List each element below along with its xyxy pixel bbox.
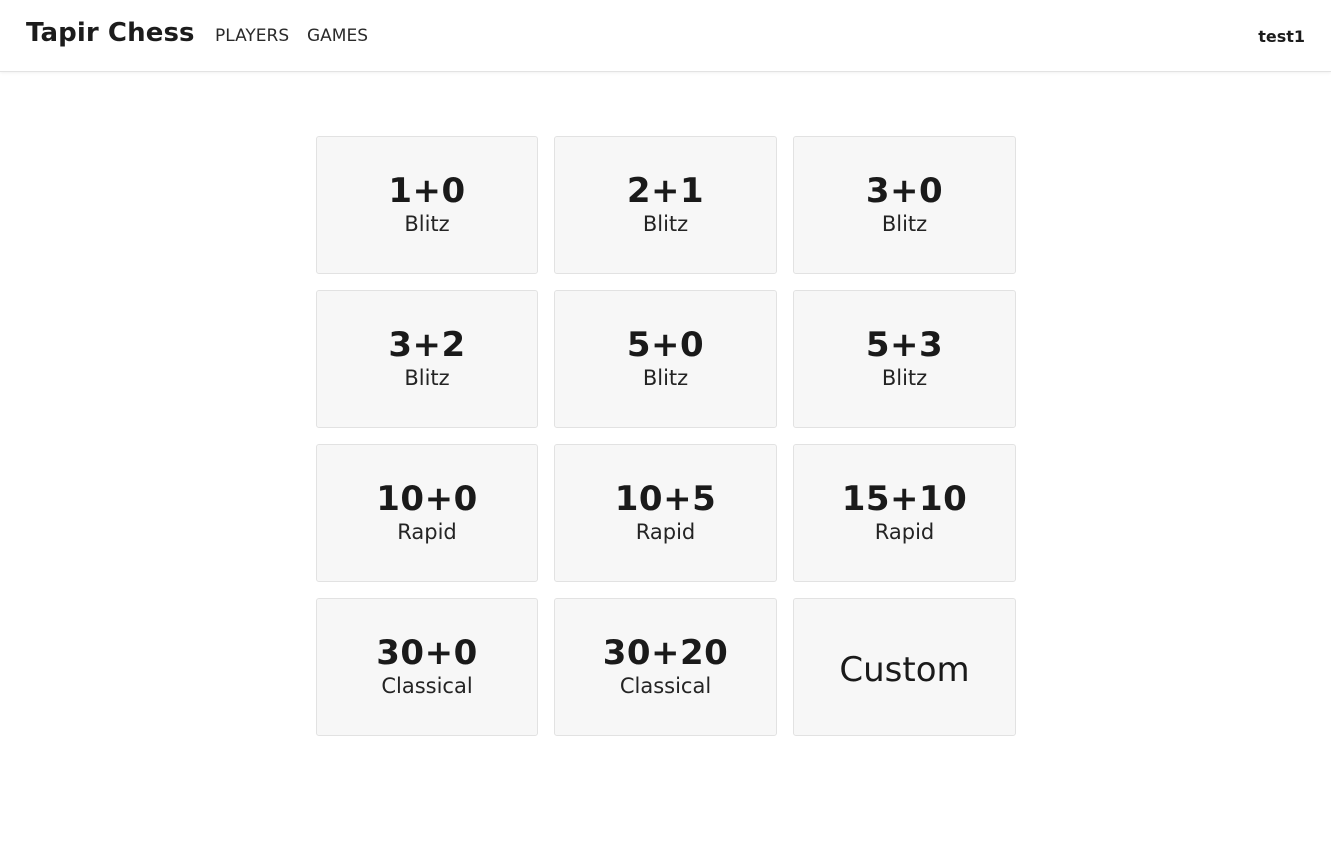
time-control-value: 10+5 <box>614 478 717 519</box>
time-control-value: 2+1 <box>626 170 705 211</box>
time-control-type: Rapid <box>397 519 457 544</box>
time-control-type: Blitz <box>642 211 689 236</box>
time-control-type: Classical <box>381 673 473 698</box>
time-control-value: 5+3 <box>865 324 944 365</box>
time-control-type: Blitz <box>404 211 450 236</box>
time-control-tile[interactable]: 10+5 Rapid <box>554 444 777 582</box>
time-control-tile[interactable]: 30+20 Classical <box>554 598 777 736</box>
navbar: Tapir Chess PLAYERS GAMES test1 <box>0 0 1331 72</box>
time-control-tile[interactable]: 2+1 Blitz <box>554 136 777 274</box>
time-control-tile[interactable]: 3+2 Blitz <box>316 290 538 428</box>
time-control-value: 30+20 <box>602 632 729 673</box>
time-control-value: 1+0 <box>388 170 466 211</box>
time-control-tile[interactable]: 1+0 Blitz <box>316 136 538 274</box>
time-control-type: Classical <box>619 673 712 698</box>
time-control-value: 30+0 <box>376 632 478 673</box>
brand-logo[interactable]: Tapir Chess <box>26 18 195 48</box>
user-menu[interactable]: test1 <box>1258 27 1305 46</box>
time-control-tile[interactable]: 5+3 Blitz <box>793 290 1016 428</box>
time-control-tile[interactable]: 3+0 Blitz <box>793 136 1016 274</box>
time-control-type: Blitz <box>404 365 450 390</box>
time-control-tile[interactable]: 10+0 Rapid <box>316 444 538 582</box>
time-control-type: Blitz <box>881 365 928 390</box>
custom-game-tile[interactable]: Custom <box>793 598 1016 736</box>
time-control-value: 15+10 <box>841 478 968 519</box>
time-control-value: 3+2 <box>388 324 466 365</box>
time-control-value: 10+0 <box>376 478 478 519</box>
time-control-type: Blitz <box>642 365 689 390</box>
time-control-value: 3+0 <box>865 170 944 211</box>
time-control-tile[interactable]: 15+10 Rapid <box>793 444 1016 582</box>
custom-game-label: Custom <box>839 650 970 690</box>
time-control-grid: 1+0 Blitz 2+1 Blitz 3+0 Blitz 3+2 Blitz … <box>316 136 1016 736</box>
nav-games-link[interactable]: GAMES <box>307 26 368 46</box>
time-control-value: 5+0 <box>626 324 705 365</box>
time-control-type: Rapid <box>635 519 696 544</box>
time-control-tile[interactable]: 30+0 Classical <box>316 598 538 736</box>
time-control-type: Rapid <box>874 519 935 544</box>
time-control-type: Blitz <box>881 211 928 236</box>
nav-players-link[interactable]: PLAYERS <box>215 26 289 46</box>
time-control-tile[interactable]: 5+0 Blitz <box>554 290 777 428</box>
